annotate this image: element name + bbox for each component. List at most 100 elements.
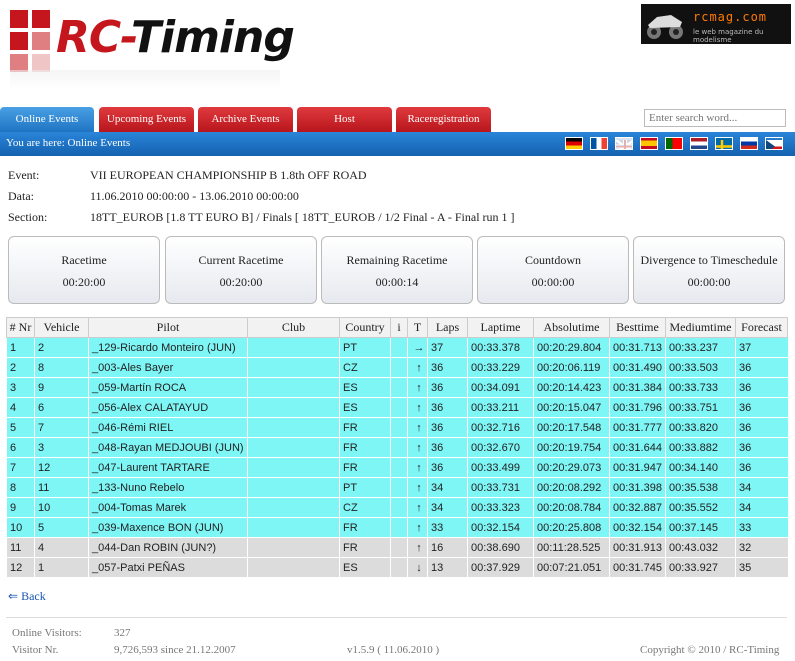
- table-row[interactable]: 10 5 _039-Maxence BON (JUN) FR ↑ 33 00:32.154 0…: [6, 517, 788, 538]
- timer-value: 00:20:00: [219, 275, 263, 289]
- cell-laps: 34: [427, 477, 468, 498]
- col-mediumtime[interactable]: Mediumtime: [665, 317, 736, 338]
- cell-info: [390, 517, 408, 538]
- flag-nl-icon[interactable]: [690, 137, 708, 150]
- col-laps[interactable]: Laps: [427, 317, 468, 338]
- cell-vehicle: 3: [34, 437, 89, 458]
- trend-arrow-icon: ↑: [407, 397, 428, 418]
- cell-forecast: 35: [735, 557, 788, 578]
- tab-raceregistration[interactable]: Raceregistration: [396, 107, 491, 132]
- visitor-nr-value: 9,726,593 since 21.12.2007: [114, 644, 236, 656]
- col-vehicle[interactable]: Vehicle: [34, 317, 89, 338]
- table-row[interactable]: 4 6 _056-Alex CALATAYUD ES ↑ 36 00:33.211 00:20…: [6, 397, 788, 418]
- racetime-box: Racetime 00:20:00: [8, 236, 160, 304]
- cell-forecast: 36: [735, 457, 788, 478]
- cell-laptime: 00:33.499: [467, 457, 534, 478]
- cell-club: [247, 497, 340, 518]
- cell-vehicle: 8: [34, 357, 89, 378]
- trend-arrow-icon: ↑: [407, 497, 428, 518]
- cell-club: [247, 557, 340, 578]
- cell-vehicle: 2: [34, 337, 89, 358]
- cell-absolutime: 00:20:19.754: [533, 437, 610, 458]
- back-link[interactable]: ⇐ Back: [8, 589, 46, 604]
- tab-online-events[interactable]: Online Events: [0, 107, 94, 132]
- col-trend[interactable]: T: [407, 317, 428, 338]
- timer-title: Racetime: [61, 253, 107, 267]
- cell-country: ES: [339, 377, 391, 398]
- cell-laps: 36: [427, 417, 468, 438]
- flag-se-icon[interactable]: [715, 137, 733, 150]
- back-arrow-icon: ⇐: [8, 589, 19, 603]
- cell-club: [247, 477, 340, 498]
- cell-laps: 36: [427, 397, 468, 418]
- cell-besttime: 00:31.796: [609, 397, 666, 418]
- col-absolutime[interactable]: Absolutime: [533, 317, 610, 338]
- cell-nr: 4: [6, 397, 35, 418]
- cell-pilot: _044-Dan ROBIN (JUN?): [88, 537, 248, 558]
- cell-forecast: 34: [735, 497, 788, 518]
- cell-nr: 2: [6, 357, 35, 378]
- cell-nr: 6: [6, 437, 35, 458]
- flag-cz-icon[interactable]: [765, 137, 783, 150]
- col-forecast[interactable]: Forecast: [735, 317, 788, 338]
- cell-laps: 36: [427, 357, 468, 378]
- col-country[interactable]: Country: [339, 317, 391, 338]
- cell-besttime: 00:31.745: [609, 557, 666, 578]
- cell-vehicle: 12: [34, 457, 89, 478]
- table-row[interactable]: 11 4 _044-Dan ROBIN (JUN?) FR ↑ 16 00:38.690 00…: [6, 537, 788, 558]
- table-row[interactable]: 1 2 _129-Ricardo Monteiro (JUN) PT → 37 00:33.…: [6, 337, 788, 358]
- cell-forecast: 34: [735, 477, 788, 498]
- cell-laps: 33: [427, 517, 468, 538]
- timer-value: 00:00:14: [375, 275, 419, 289]
- tab-archive-events[interactable]: Archive Events: [198, 107, 293, 132]
- search-input[interactable]: [644, 109, 786, 127]
- cell-laps: 36: [427, 437, 468, 458]
- col-pilot[interactable]: Pilot: [88, 317, 248, 338]
- breadcrumb-bar: You are here: Online Events: [0, 132, 795, 156]
- cell-club: [247, 417, 340, 438]
- col-nr[interactable]: # Nr: [6, 317, 35, 338]
- flag-de-icon[interactable]: [565, 137, 583, 150]
- table-row[interactable]: 3 9 _059-Martín ROCA ES ↑ 36 00:34.091 00:20:14…: [6, 377, 788, 398]
- col-laptime[interactable]: Laptime: [467, 317, 534, 338]
- flag-pt-icon[interactable]: [665, 137, 683, 150]
- online-visitors-label: Online Visitors:: [12, 627, 82, 639]
- cell-info: [390, 457, 408, 478]
- cell-absolutime: 00:20:29.804: [533, 337, 610, 358]
- cell-pilot: _047-Laurent TARTARE: [88, 457, 248, 478]
- cell-club: [247, 357, 340, 378]
- trend-arrow-icon: ↓: [407, 557, 428, 578]
- table-row[interactable]: 2 8 _003-Ales Bayer CZ ↑ 36 00:33.229 00:20:06.…: [6, 357, 788, 378]
- section-value: 18TT_EUROB [1.8 TT EURO B] / Finals [ 18…: [90, 210, 515, 224]
- cell-country: FR: [339, 517, 391, 538]
- site-logo[interactable]: RC-Timing: [56, 12, 295, 63]
- table-row[interactable]: 8 11 _133-Nuno Rebelo PT ↑ 34 00:33.731 00:20:0…: [6, 477, 788, 498]
- trend-arrow-icon: ↑: [407, 477, 428, 498]
- flag-fr-icon[interactable]: [590, 137, 608, 150]
- cell-country: FR: [339, 537, 391, 558]
- cell-pilot: _003-Ales Bayer: [88, 357, 248, 378]
- rcmag-banner[interactable]: rcmag.com le web magazine du modelisme: [641, 4, 791, 44]
- cell-pilot: _048-Rayan MEDJOUBI (JUN): [88, 437, 248, 458]
- table-row[interactable]: 12 1 _057-Patxi PEÑAS ES ↓ 13 00:37.929 00:07:2…: [6, 557, 788, 578]
- table-row[interactable]: 5 7 _046-Rémi RIEL FR ↑ 36 00:32.716 00:20:17.5…: [6, 417, 788, 438]
- cell-besttime: 00:31.777: [609, 417, 666, 438]
- flag-ru-icon[interactable]: [740, 137, 758, 150]
- breadcrumb: You are here: Online Events: [6, 137, 131, 149]
- table-row[interactable]: 6 3 _048-Rayan MEDJOUBI (JUN) FR ↑ 36 00:32.67…: [6, 437, 788, 458]
- cell-info: [390, 477, 408, 498]
- tab-host[interactable]: Host: [297, 107, 392, 132]
- cell-absolutime: 00:20:08.784: [533, 497, 610, 518]
- cell-mediumtime: 00:34.140: [665, 457, 736, 478]
- cell-mediumtime: 00:33.733: [665, 377, 736, 398]
- cell-pilot: _004-Tomas Marek: [88, 497, 248, 518]
- col-besttime[interactable]: Besttime: [609, 317, 666, 338]
- col-club[interactable]: Club: [247, 317, 340, 338]
- table-row[interactable]: 9 10 _004-Tomas Marek CZ ↑ 34 00:33.323 00:20:0…: [6, 497, 788, 518]
- timer-title: Divergence to Timeschedule: [640, 253, 778, 267]
- tab-upcoming-events[interactable]: Upcoming Events: [99, 107, 194, 132]
- col-info[interactable]: i: [390, 317, 408, 338]
- flag-es-icon[interactable]: [640, 137, 658, 150]
- table-row[interactable]: 7 12 _047-Laurent TARTARE FR ↑ 36 00:33.499 00:…: [6, 457, 788, 478]
- flag-gb-icon[interactable]: [615, 137, 633, 150]
